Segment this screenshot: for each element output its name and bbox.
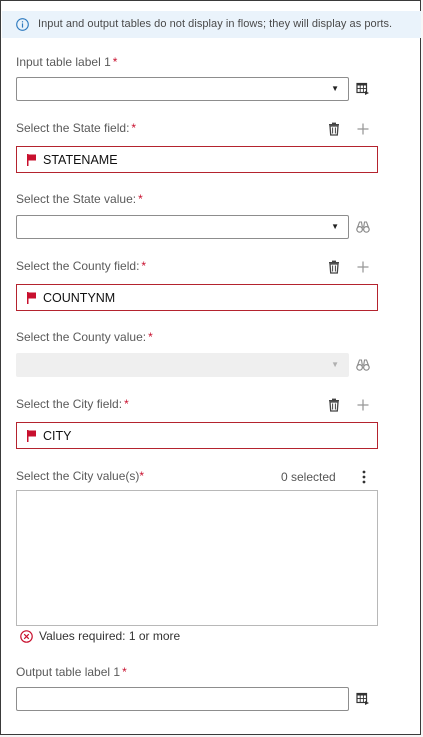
- output-table-input[interactable]: [16, 687, 349, 711]
- banner-text: Input and output tables do not display i…: [38, 18, 393, 30]
- state-value-label: Select the State value: *: [16, 192, 143, 206]
- county-field-value: COUNTYNM: [43, 291, 116, 305]
- selected-count: 0 selected: [281, 470, 336, 484]
- required-mark: *: [112, 55, 118, 69]
- info-banner: Input and output tables do not display i…: [2, 11, 421, 38]
- required-mark: *: [138, 192, 143, 206]
- output-table-label-text: Output table label 1: [16, 665, 121, 679]
- city-field-value: CITY: [43, 429, 72, 443]
- county-value-label-text: Select the County value:: [16, 330, 147, 344]
- state-field-label-text: Select the State field:: [16, 121, 130, 135]
- county-field-label: Select the County field: *: [16, 259, 146, 273]
- required-mark: *: [122, 665, 127, 679]
- trash-icon[interactable]: [327, 122, 341, 136]
- city-values-listbox[interactable]: [16, 490, 378, 626]
- output-table-label: Output table label 1 *: [16, 665, 127, 679]
- dropdown-arrow-icon: ▼: [331, 360, 339, 369]
- binoculars-icon[interactable]: [356, 220, 370, 234]
- state-value-label-text: Select the State value:: [16, 192, 137, 206]
- required-mark: *: [131, 121, 137, 135]
- flag-icon: [27, 292, 36, 304]
- county-value-label: Select the County value: *: [16, 330, 153, 344]
- input-table-label: Input table label 1 *: [16, 55, 117, 69]
- city-field-label: Select the City field: *: [16, 397, 129, 411]
- city-field-label-text: Select the City field:: [16, 397, 123, 411]
- input-table-select[interactable]: ▼: [16, 77, 349, 101]
- plus-icon[interactable]: [356, 122, 370, 136]
- county-value-select: ▼: [16, 353, 349, 377]
- city-field-box[interactable]: CITY: [16, 422, 378, 449]
- required-mark: *: [148, 330, 153, 344]
- required-mark: *: [139, 469, 145, 483]
- dropdown-arrow-icon: ▼: [331, 222, 339, 231]
- trash-icon[interactable]: [327, 260, 341, 274]
- trash-icon[interactable]: [327, 398, 341, 412]
- required-mark: *: [124, 397, 129, 411]
- properties-panel: Input and output tables do not display i…: [0, 0, 421, 735]
- table-output-icon[interactable]: [356, 692, 370, 706]
- flag-icon: [27, 430, 36, 442]
- state-field-value: STATENAME: [43, 153, 118, 167]
- state-value-select[interactable]: ▼: [16, 215, 349, 239]
- error-circle-icon: [20, 630, 33, 643]
- county-field-label-text: Select the County field:: [16, 259, 140, 273]
- plus-icon[interactable]: [356, 260, 370, 274]
- state-field-label: Select the State field: *: [16, 121, 136, 135]
- county-field-box[interactable]: COUNTYNM: [16, 284, 378, 311]
- dropdown-arrow-icon: ▼: [331, 84, 339, 93]
- input-table-label-text: Input table label 1: [16, 55, 111, 69]
- table-select-icon[interactable]: [356, 82, 370, 96]
- state-field-box[interactable]: STATENAME: [16, 146, 378, 173]
- plus-icon[interactable]: [356, 398, 370, 412]
- info-icon: [16, 18, 29, 31]
- city-values-label: Select the City value(s)*: [16, 469, 144, 483]
- more-options-icon[interactable]: [359, 470, 369, 484]
- required-mark: *: [141, 259, 147, 273]
- city-values-label-text: Select the City value(s): [16, 469, 140, 483]
- binoculars-icon[interactable]: [356, 358, 370, 372]
- validation-text: Values required: 1 or more: [39, 629, 181, 643]
- flag-icon: [27, 154, 36, 166]
